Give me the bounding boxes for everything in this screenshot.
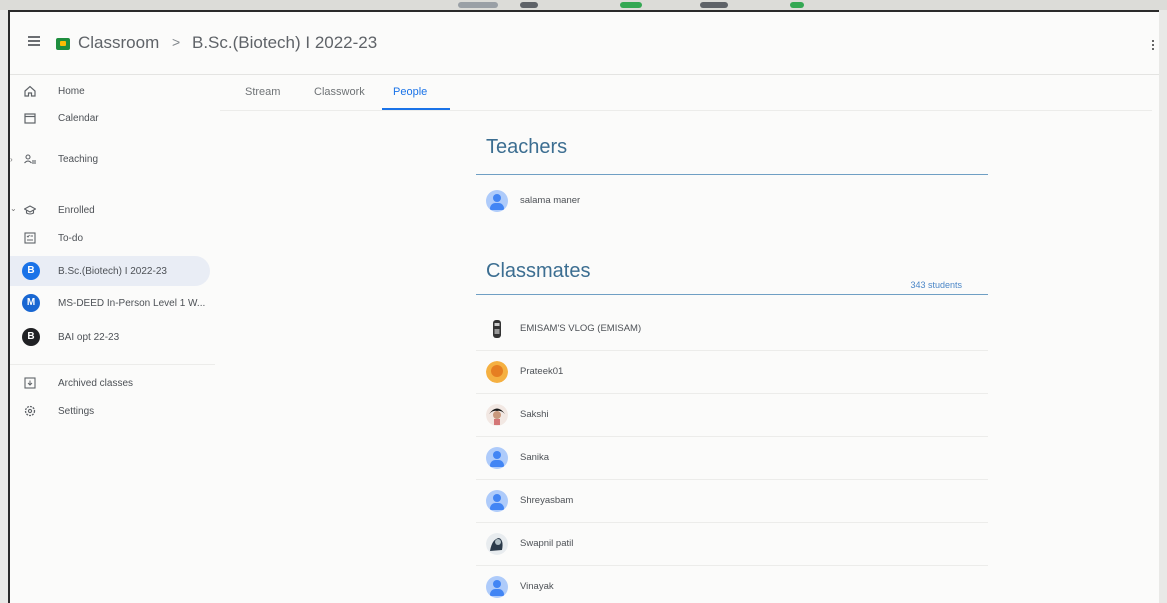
list-item[interactable]: EMISAM'S VLOG (EMISAM) (476, 308, 988, 351)
sidebar-item-label: Calendar (58, 113, 99, 124)
sidebar-item-class-biotech[interactable]: B B.Sc.(Biotech) I 2022-23 (10, 256, 210, 286)
tab-classwork[interactable]: Classwork (314, 86, 365, 98)
classmate-name: EMISAM'S VLOG (EMISAM) (520, 323, 642, 334)
settings-icon (24, 405, 36, 417)
list-item[interactable]: Sakshi (476, 394, 988, 437)
sidebar-item-home[interactable]: Home (10, 78, 210, 106)
default-avatar-icon (486, 447, 508, 469)
class-avatar: B (22, 328, 40, 346)
sidebar-item-label: Archived classes (58, 378, 134, 389)
classmates-heading: Classmates (486, 260, 591, 282)
list-item[interactable]: Vinayak (476, 566, 988, 603)
top-app-bar: Classroom > B.Sc.(Biotech) I 2022-23 (10, 12, 1159, 75)
default-avatar-icon (486, 190, 508, 212)
sidebar-item-teaching[interactable]: › Teaching (10, 146, 210, 174)
sidebar-item-label: MS-DEED In-Person Level 1 W... (58, 298, 206, 309)
breadcrumb-separator-icon: > (172, 34, 181, 50)
default-avatar-icon (486, 490, 508, 512)
tab-people[interactable]: People (393, 86, 427, 98)
sidebar-item-class-bai[interactable]: B BAI opt 22-23 (10, 324, 210, 352)
teachers-divider (476, 174, 988, 175)
classmate-name: Sanika (520, 452, 550, 463)
list-item[interactable]: Sanika (476, 437, 988, 480)
chevron-right-icon[interactable]: › (10, 155, 13, 164)
sidebar-item-class-msdeed[interactable]: M MS-DEED In-Person Level 1 W... (10, 290, 210, 318)
sidebar-item-enrolled[interactable]: ⌄ Enrolled (10, 197, 210, 225)
teaching-icon (24, 154, 36, 164)
sidebar-item-label: To-do (58, 233, 84, 244)
sidebar-item-archived[interactable]: Archived classes (10, 370, 210, 398)
teacher-name: salama maner (520, 195, 581, 206)
more-options-icon[interactable] (1152, 40, 1155, 54)
class-avatar: M (22, 294, 40, 312)
sidebar-item-label: Enrolled (58, 205, 95, 216)
app-title[interactable]: Classroom (78, 33, 159, 53)
sidebar-item-label: Settings (58, 406, 95, 417)
sidebar-item-label: Home (58, 86, 85, 97)
profile-photo-icon (486, 404, 508, 426)
default-avatar-icon (486, 576, 508, 598)
home-icon (24, 85, 36, 97)
sidebar-item-label: B.Sc.(Biotech) I 2022-23 (58, 266, 167, 277)
class-avatar: B (22, 262, 40, 280)
sidebar-item-calendar[interactable]: Calendar (10, 105, 210, 133)
sidebar-item-label: Teaching (58, 154, 99, 165)
classmate-name: Sakshi (520, 409, 549, 420)
calendar-icon (24, 113, 36, 124)
classmate-name: Swapnil patil (520, 538, 574, 549)
breadcrumb-class-name[interactable]: B.Sc.(Biotech) I 2022-23 (192, 33, 377, 53)
sidebar-item-label: BAI opt 22-23 (58, 332, 120, 343)
enrolled-icon (24, 205, 36, 215)
student-count: 343 students (910, 280, 962, 290)
classmate-name: Vinayak (520, 581, 554, 592)
todo-icon (24, 232, 36, 244)
classmate-name: Prateek01 (520, 366, 564, 377)
classroom-window: Classroom > B.Sc.(Biotech) I 2022-23 Hom… (8, 10, 1159, 603)
archive-icon (24, 377, 36, 389)
teachers-heading: Teachers (486, 136, 568, 158)
classmates-divider (476, 294, 988, 295)
class-tabs: Stream Classwork People (220, 76, 1152, 111)
sidebar-item-todo[interactable]: To-do (10, 225, 210, 253)
classmate-name: Shreyasbam (520, 495, 574, 506)
tab-stream[interactable]: Stream (245, 86, 280, 98)
list-item[interactable]: Shreyasbam (476, 480, 988, 523)
list-item[interactable]: Swapnil patil (476, 523, 988, 566)
active-tab-indicator (382, 108, 450, 110)
menu-icon[interactable] (28, 36, 40, 46)
profile-photo-icon (486, 533, 508, 555)
sidebar-divider (10, 364, 215, 365)
profile-photo-icon (493, 320, 501, 338)
sidebar-item-settings[interactable]: Settings (10, 398, 210, 426)
photo-top-strip (0, 0, 1167, 10)
chevron-down-icon[interactable]: ⌄ (10, 204, 17, 213)
list-item[interactable]: Prateek01 (476, 351, 988, 394)
sidebar: Home Calendar › Teaching ⌄ Enrolled To-d… (10, 74, 220, 603)
teacher-row[interactable]: salama maner (476, 180, 988, 222)
profile-photo-icon (486, 361, 508, 383)
classroom-logo-icon[interactable] (56, 38, 70, 50)
